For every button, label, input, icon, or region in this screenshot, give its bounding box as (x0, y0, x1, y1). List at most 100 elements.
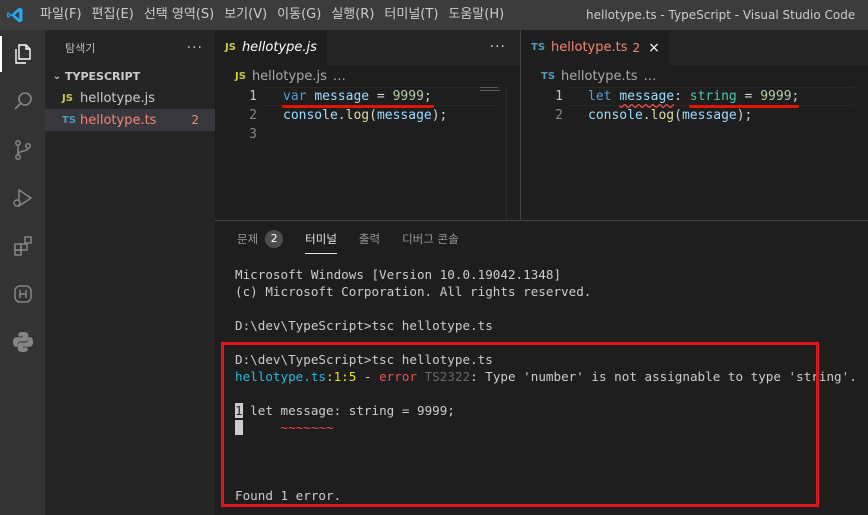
code-text: console.log(message); (283, 106, 447, 125)
explorer-title: 탐색기 (65, 41, 96, 55)
run-debug-icon[interactable] (0, 174, 45, 222)
tab-label: 문제 (237, 231, 259, 246)
title-bar: 파일(F) 편집(E) 선택 영역(S) 보기(V) 이동(G) 실행(R) 터… (0, 0, 868, 30)
tab-label: 출력 (358, 231, 381, 246)
annotation-underline (282, 105, 434, 108)
file-name: hellotype.ts (80, 112, 157, 128)
code-line[interactable]: 1 let message: string = 9999; (521, 87, 868, 106)
explorer-more-icon[interactable]: ··· (187, 40, 203, 56)
editor-group-right: TS hellotype.ts 2 × TS hellotype.ts … 1 l… (521, 30, 868, 220)
code-token: let (588, 89, 612, 104)
code-line[interactable]: 2 console.log(message); (521, 106, 868, 125)
minimap (480, 86, 502, 92)
code-token: 9999 (392, 89, 424, 104)
breadcrumb: TS hellotype.ts … (521, 65, 868, 87)
menu-run[interactable]: 실행(R) (326, 0, 379, 30)
code-token: ; (791, 89, 800, 104)
code-line[interactable]: 2 console.log(message); (215, 106, 520, 125)
code-token: message (314, 89, 370, 104)
source-control-icon[interactable] (0, 126, 45, 174)
explorer-icon[interactable] (0, 30, 45, 78)
code-token: message (376, 108, 432, 123)
terminal-line: Microsoft Windows [Version 10.0.19042.13… (235, 267, 562, 282)
python-icon[interactable] (0, 318, 45, 366)
code-token: . (642, 108, 651, 123)
line-number: 2 (555, 108, 563, 123)
breadcrumb-file[interactable]: hellotype.ts (561, 69, 637, 84)
code-token: ); (736, 108, 753, 123)
bottom-panel: 문제 2 터미널 출력 디버그 콘솔 Microsoft Windows [Ve… (215, 220, 868, 515)
code-token: string (689, 89, 737, 104)
file-item-ts[interactable]: TS hellotype.ts 2 (45, 109, 215, 131)
breadcrumb-ellipsis[interactable]: … (333, 69, 346, 84)
tab-bar-right: TS hellotype.ts 2 × (521, 30, 868, 65)
code-token: console (588, 108, 643, 123)
code-token: console (283, 108, 338, 123)
js-file-icon: JS (225, 42, 236, 53)
editor-group-left: JS hellotype.js ··· JS hellotype.js … 1 v… (215, 30, 520, 220)
code-token: log (650, 108, 675, 123)
code-token: = (736, 89, 761, 104)
error-count-badge: 2 (191, 113, 199, 127)
file-name: hellotype.js (80, 90, 155, 106)
error-highlight-box (221, 342, 819, 507)
tab-label: 터미널 (305, 231, 337, 246)
tab-hellotype-js[interactable]: JS hellotype.js (215, 30, 327, 65)
tab-bar-left: JS hellotype.js ··· (215, 30, 520, 65)
code-text: let message: string = 9999; (588, 87, 799, 106)
code-token: ); (431, 108, 448, 123)
menu-edit[interactable]: 편집(E) (87, 0, 139, 30)
breadcrumb-ellipsis[interactable]: … (644, 69, 657, 84)
window-title: hellotype.ts - TypeScript - Visual Studi… (586, 8, 856, 22)
code-token: message (619, 89, 675, 104)
ts-file-icon: TS (62, 114, 77, 126)
tab-label: hellotype.js (241, 40, 317, 55)
menu-go[interactable]: 이동(G) (272, 0, 326, 30)
code-text: console.log(message); (588, 106, 752, 125)
breadcrumb-file[interactable]: hellotype.js (252, 69, 327, 84)
chevron-down-icon: ⌄ (52, 70, 62, 82)
code-token: message (681, 108, 737, 123)
editor-more-icon[interactable]: ··· (490, 30, 506, 65)
explorer-header: 탐색기 ··· (45, 30, 215, 65)
breadcrumb: JS hellotype.js … (215, 65, 520, 87)
menu-file[interactable]: 파일(F) (30, 0, 87, 30)
close-icon[interactable]: × (648, 40, 660, 56)
code-token: ( (674, 108, 682, 123)
vertical-scrollbar[interactable] (506, 87, 520, 220)
tab-label: hellotype.ts (551, 40, 628, 55)
search-icon[interactable] (0, 78, 45, 126)
folder-section[interactable]: ⌄ TYPESCRIPT (45, 65, 215, 87)
tab-error-count: 2 (632, 40, 641, 55)
line-number: 1 (249, 89, 257, 104)
tab-output[interactable]: 출력 (359, 221, 380, 256)
code-editor-left[interactable]: 1 var message = 9999; 2 console.log(message… (215, 87, 520, 144)
menu-selection[interactable]: 선택 영역(S) (139, 0, 219, 30)
js-file-icon: JS (62, 92, 73, 104)
menu-help[interactable]: 도움말(H) (443, 0, 509, 30)
extensions-icon[interactable] (0, 222, 45, 270)
code-token: . (337, 108, 346, 123)
code-token: ( (369, 108, 377, 123)
tab-hellotype-ts[interactable]: TS hellotype.ts 2 × (521, 30, 670, 65)
code-token: : (674, 89, 690, 104)
tab-debug-console[interactable]: 디버그 콘솔 (402, 221, 459, 256)
explorer-sidebar: 탐색기 ··· ⌄ TYPESCRIPT JS hellotype.js TS … (45, 30, 215, 515)
ts-file-icon: TS (541, 70, 556, 82)
menu-view[interactable]: 보기(V) (219, 0, 272, 30)
menu-terminal[interactable]: 터미널(T) (379, 0, 443, 30)
line-number: 3 (249, 127, 257, 142)
remote-icon[interactable] (0, 270, 45, 318)
menu-bar: 파일(F) 편집(E) 선택 영역(S) 보기(V) 이동(G) 실행(R) 터… (30, 0, 509, 30)
tab-terminal[interactable]: 터미널 (305, 221, 337, 256)
line-number: 2 (249, 108, 257, 123)
tab-problems[interactable]: 문제 2 (237, 221, 284, 256)
code-token: log (345, 108, 370, 123)
code-token: 9999 (760, 89, 792, 104)
ts-file-icon: TS (531, 42, 546, 53)
line-number: 1 (555, 89, 563, 104)
code-line[interactable]: 3 (215, 125, 520, 144)
tab-label: 디버그 콘솔 (402, 231, 459, 246)
code-line[interactable]: 1 var message = 9999; (215, 87, 520, 106)
file-item-js[interactable]: JS hellotype.js (45, 87, 215, 109)
